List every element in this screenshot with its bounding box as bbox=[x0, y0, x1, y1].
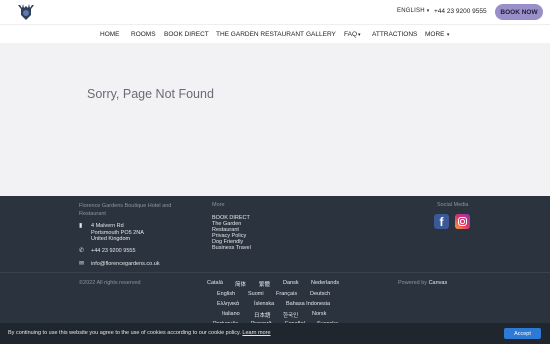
powered-by: Powered by Canvas bbox=[398, 280, 447, 286]
nav-label: ATTRACTIONS bbox=[372, 31, 418, 38]
footer-social-title: Social Media bbox=[437, 202, 469, 208]
chevron-down-icon: ▾ bbox=[358, 32, 361, 38]
language-selector[interactable]: ENGLISH ▾ bbox=[397, 8, 429, 14]
language-link[interactable]: 한국인 bbox=[283, 311, 298, 319]
nav-item-faq[interactable]: FAQ▾ bbox=[344, 31, 361, 38]
language-link[interactable]: Ελληνικά bbox=[217, 301, 239, 307]
language-link[interactable]: 日本語 bbox=[254, 311, 271, 319]
language-link[interactable]: Nederlands bbox=[311, 280, 339, 286]
language-link[interactable]: 简体 bbox=[235, 280, 246, 288]
facebook-icon[interactable]: f bbox=[434, 214, 449, 229]
footer-email-text: info@florencegardens.co.uk bbox=[91, 261, 160, 267]
cookie-banner: By continuing to use this website you ag… bbox=[0, 323, 550, 344]
cookie-text: By continuing to use this website you ag… bbox=[8, 330, 271, 336]
nav-label: MORE bbox=[425, 31, 445, 38]
language-link[interactable]: Suomi bbox=[248, 291, 264, 297]
nav-item-home[interactable]: HOME bbox=[100, 31, 120, 38]
language-link[interactable]: 繁體 bbox=[259, 280, 270, 288]
language-link[interactable]: Italiano bbox=[222, 311, 240, 317]
footer-phone-text: +44 23 9200 9555 bbox=[91, 248, 136, 254]
address-line: United Kingdom bbox=[91, 236, 131, 242]
nav-item-garden-restaurant[interactable]: THE GARDEN RESTAURANT bbox=[216, 31, 304, 38]
nav-label: BOOK DIRECT bbox=[164, 31, 209, 38]
footer-hotel-name: Florence Gardens Boutique Hotel and Rest… bbox=[79, 203, 172, 217]
book-now-button[interactable]: BOOK NOW bbox=[495, 4, 543, 20]
copyright: ©2022 All rights reserved bbox=[79, 280, 141, 286]
language-link[interactable]: English bbox=[217, 291, 235, 297]
nav-item-rooms[interactable]: ROOMS bbox=[131, 31, 156, 38]
nav-label: THE GARDEN RESTAURANT bbox=[216, 31, 304, 38]
language-link[interactable]: Bahasa Indonesia bbox=[286, 301, 330, 307]
nav-item-gallery[interactable]: GALLERY bbox=[306, 31, 336, 38]
powered-by-prefix: Powered by bbox=[398, 280, 428, 286]
nav-label: ROOMS bbox=[131, 31, 156, 38]
mail-icon: ✉ bbox=[79, 261, 85, 267]
language-link[interactable]: Català bbox=[207, 280, 223, 286]
map-icon: ▮ bbox=[79, 223, 83, 229]
page-not-found-message: Sorry, Page Not Found bbox=[87, 87, 214, 101]
chevron-down-icon: ▾ bbox=[445, 32, 450, 38]
language-link[interactable]: Norsk bbox=[312, 311, 326, 317]
footer-link-business-travel[interactable]: Business Travel bbox=[212, 245, 251, 251]
footer-divider bbox=[0, 272, 550, 273]
phone-icon: ✆ bbox=[79, 248, 85, 254]
nav-label: GALLERY bbox=[306, 31, 336, 38]
nav-item-book-direct[interactable]: BOOK DIRECT bbox=[164, 31, 209, 38]
chevron-down-icon: ▾ bbox=[426, 8, 430, 14]
stag-crest-icon[interactable] bbox=[13, 3, 39, 21]
language-link[interactable]: Deutsch bbox=[310, 291, 330, 297]
nav-item-more[interactable]: MORE ▾ bbox=[425, 31, 449, 38]
top-bar: ENGLISH ▾ +44 23 9200 9555 BOOK NOW bbox=[0, 0, 550, 24]
header-phone[interactable]: +44 23 9200 9555 bbox=[434, 8, 487, 15]
language-link[interactable]: Íslenska bbox=[254, 301, 274, 307]
language-link[interactable]: Français bbox=[276, 291, 297, 297]
footer-more-title: More bbox=[212, 202, 225, 208]
nav-label: HOME bbox=[100, 31, 120, 38]
language-link[interactable]: Dansk bbox=[283, 280, 299, 286]
cookie-learn-more-link[interactable]: Learn more bbox=[242, 330, 270, 336]
main-content: Sorry, Page Not Found bbox=[0, 43, 550, 196]
nav-item-attractions[interactable]: ATTRACTIONS bbox=[372, 31, 417, 38]
language-label: ENGLISH bbox=[397, 8, 425, 14]
instagram-icon[interactable] bbox=[455, 214, 470, 229]
accept-cookies-button[interactable]: Accept bbox=[504, 328, 541, 339]
main-nav: HOME ROOMS BOOK DIRECT THE GARDEN RESTAU… bbox=[0, 24, 550, 44]
nav-label: FAQ bbox=[344, 31, 358, 38]
powered-by-brand[interactable]: Canvas bbox=[429, 280, 448, 286]
cookie-message: By continuing to use this website you ag… bbox=[8, 330, 241, 336]
footer: Florence Gardens Boutique Hotel and Rest… bbox=[0, 196, 550, 344]
